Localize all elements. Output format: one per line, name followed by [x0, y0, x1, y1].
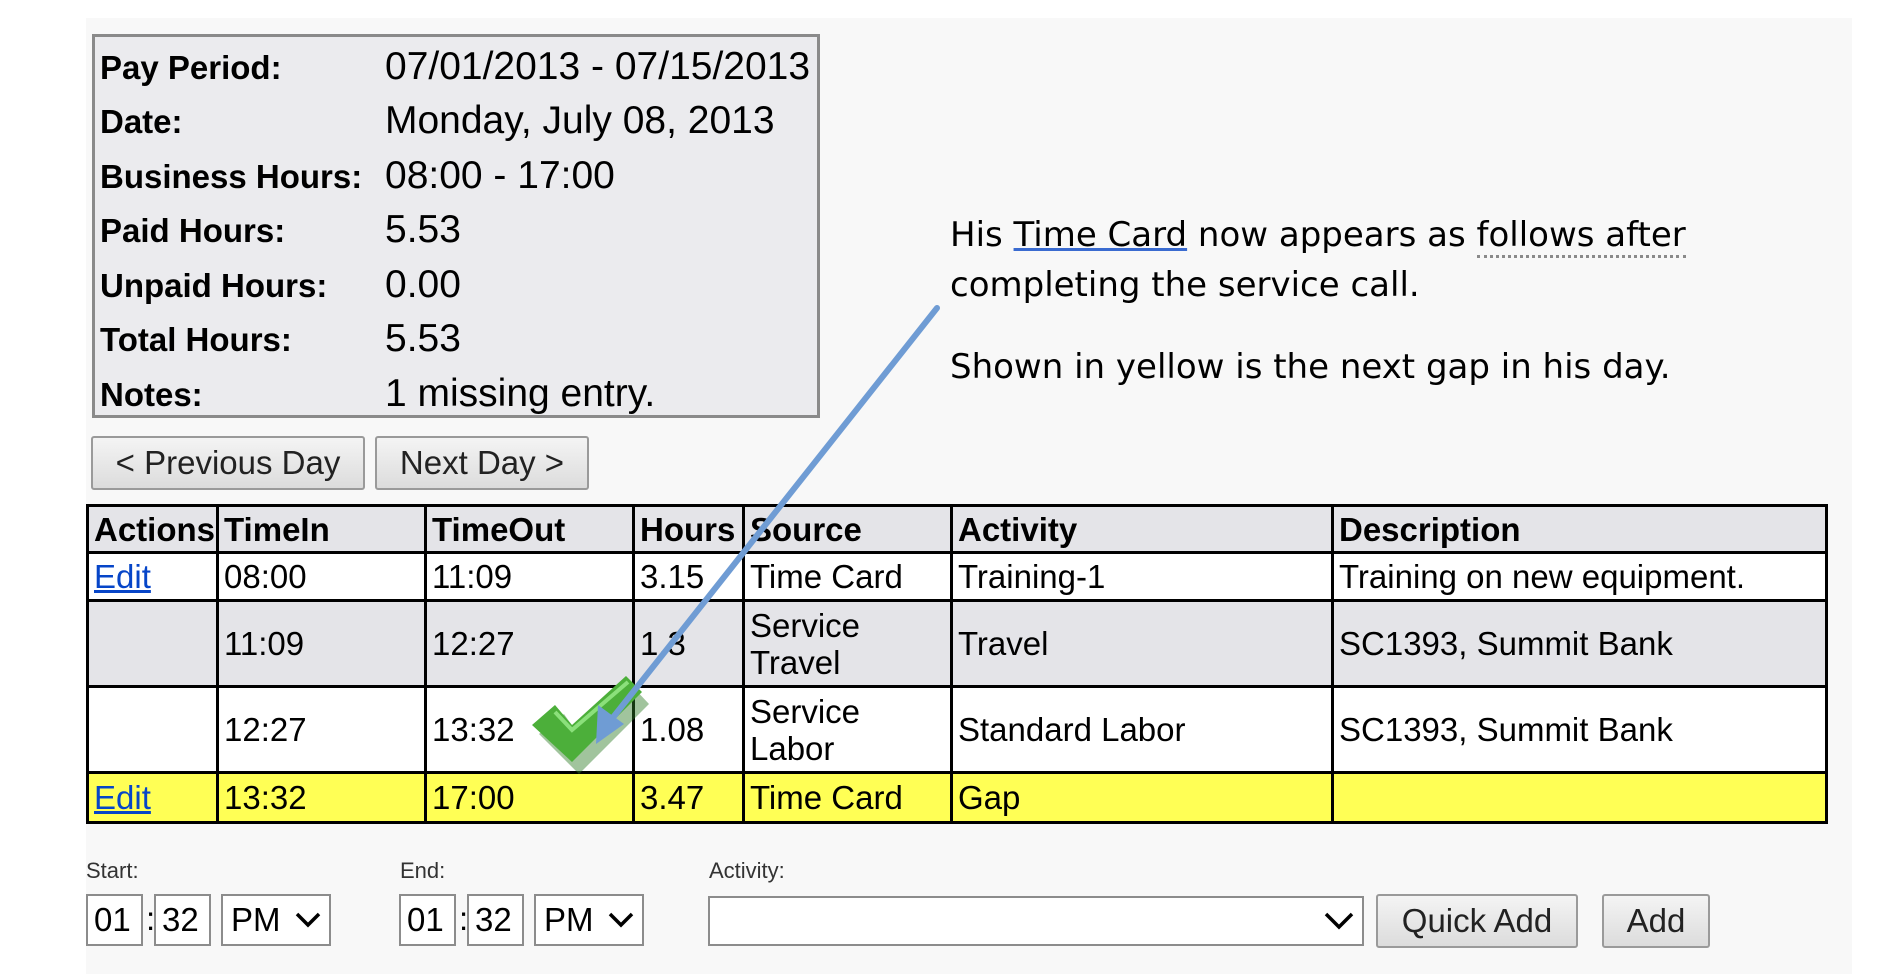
- activity-select[interactable]: [708, 896, 1364, 946]
- description-cell: SC1393, Summit Bank: [1331, 599, 1828, 688]
- summary-value: 07/01/2013 - 07/15/2013: [385, 45, 811, 88]
- hours-cell: 1.08: [632, 685, 745, 774]
- source-cell: Time Card: [742, 551, 953, 602]
- annotation-dotted-text: follows after: [1476, 215, 1686, 258]
- hours-cell: 3.15: [632, 551, 745, 602]
- time-card-table: Actions TimeIn TimeOut Hours Source Acti…: [86, 504, 1828, 824]
- source-text: Time Card: [750, 779, 903, 816]
- description-cell: Training on new equipment.: [1331, 551, 1828, 602]
- annotation-line-1: His Time Card now appears as follows aft…: [950, 210, 1750, 260]
- end-minute-input[interactable]: 32: [467, 894, 524, 946]
- summary-row-unpaid-hours: Unpaid Hours: 0.00: [95, 259, 817, 313]
- summary-label: Paid Hours:: [100, 212, 286, 249]
- end-ampm-select[interactable]: PM: [534, 894, 644, 946]
- table-row-gap: Edit 13:32 17:00 3.47 Time Card Gap: [86, 771, 1828, 824]
- previous-day-button[interactable]: < Previous Day: [91, 436, 365, 490]
- activity-cell: Gap: [950, 771, 1334, 824]
- column-header-hours: Hours: [632, 504, 745, 554]
- summary-row-paid-hours: Paid Hours: 5.53: [95, 204, 817, 258]
- summary-value: 5.53: [385, 317, 461, 360]
- time-in-cell: 11:09: [216, 599, 427, 688]
- summary-value: 08:00 - 17:00: [385, 154, 615, 197]
- source-cell: Service Travel: [742, 599, 953, 688]
- time-out-cell: 17:00: [424, 771, 635, 824]
- add-button[interactable]: Add: [1602, 894, 1710, 948]
- column-header-timein: TimeIn: [216, 504, 427, 554]
- source-text-line2: Travel: [750, 643, 841, 681]
- annotation-text: His: [950, 215, 1014, 255]
- start-ampm-select[interactable]: PM: [221, 894, 331, 946]
- annotation-callout: His Time Card now appears as follows aft…: [950, 210, 1750, 392]
- source-text-line1: Service: [750, 606, 861, 644]
- description-cell: SC1393, Summit Bank: [1331, 685, 1828, 774]
- edit-link[interactable]: Edit: [94, 558, 151, 595]
- table-row: Edit 08:00 11:09 3.15 Time Card Training…: [86, 551, 1828, 602]
- activity-cell: Standard Labor: [950, 685, 1334, 774]
- summary-row-total-hours: Total Hours: 5.53: [95, 313, 817, 367]
- start-label: Start:: [86, 858, 139, 883]
- column-header-activity: Activity: [950, 504, 1334, 554]
- pay-summary-box: Pay Period: 07/01/2013 - 07/15/2013 Date…: [92, 34, 820, 418]
- annotation-spacer: [950, 310, 1750, 342]
- activity-cell: Travel: [950, 599, 1334, 688]
- summary-value: 1 missing entry.: [385, 372, 656, 415]
- time-out-cell: 13:32: [424, 685, 635, 774]
- source-text: Time Card: [750, 558, 903, 595]
- source-cell: Service Labor: [742, 685, 953, 774]
- table-row: 12:27 13:32 1.08 Service Labor Standard …: [86, 685, 1828, 774]
- activity-label: Activity:: [709, 858, 785, 883]
- summary-label: Unpaid Hours:: [100, 267, 328, 304]
- summary-row-pay-period: Pay Period: 07/01/2013 - 07/15/2013: [95, 41, 817, 95]
- summary-value: 5.53: [385, 208, 461, 251]
- actions-cell: [86, 685, 219, 774]
- end-hour-input[interactable]: 01: [399, 894, 456, 946]
- summary-label: Date:: [100, 103, 183, 140]
- column-header-timeout: TimeOut: [424, 504, 635, 554]
- summary-label: Pay Period:: [100, 49, 282, 86]
- source-text-line2: Labor: [750, 729, 835, 767]
- hours-cell: 1.3: [632, 599, 745, 688]
- hours-cell: 3.47: [632, 771, 745, 824]
- annotation-line-2: completing the service call.: [950, 265, 1420, 305]
- table-header-row: Actions TimeIn TimeOut Hours Source Acti…: [86, 504, 1828, 554]
- actions-cell: Edit: [86, 551, 219, 602]
- actions-cell: [86, 599, 219, 688]
- start-minute-input[interactable]: 32: [154, 894, 211, 946]
- annotation-line-3: Shown in yellow is the next gap in his d…: [950, 347, 1671, 387]
- summary-label: Notes:: [100, 376, 203, 413]
- source-text-line1: Service: [750, 692, 861, 730]
- time-in-cell: 08:00: [216, 551, 427, 602]
- source-cell: Time Card: [742, 771, 953, 824]
- column-header-actions: Actions: [86, 504, 219, 554]
- column-header-description: Description: [1331, 504, 1828, 554]
- edit-link[interactable]: Edit: [94, 779, 151, 816]
- summary-label: Business Hours:: [100, 158, 363, 195]
- description-cell: [1331, 771, 1828, 824]
- summary-row-notes: Notes: 1 missing entry.: [95, 368, 817, 422]
- select-value: PM: [231, 901, 281, 938]
- time-out-cell: 12:27: [424, 599, 635, 688]
- actions-cell: Edit: [86, 771, 219, 824]
- quick-add-button[interactable]: Quick Add: [1376, 894, 1578, 948]
- start-hour-input[interactable]: 01: [86, 894, 143, 946]
- summary-value: 0.00: [385, 263, 461, 306]
- chevron-down-icon: [608, 912, 634, 928]
- annotation-text: now appears as: [1187, 215, 1477, 255]
- summary-label: Total Hours:: [100, 321, 292, 358]
- chevron-down-icon: [295, 912, 321, 928]
- time-out-cell: 11:09: [424, 551, 635, 602]
- summary-row-date: Date: Monday, July 08, 2013: [95, 95, 817, 149]
- summary-row-business-hours: Business Hours: 08:00 - 17:00: [95, 150, 817, 204]
- chevron-down-icon: [1324, 912, 1354, 930]
- select-value: PM: [544, 901, 594, 938]
- time-in-cell: 12:27: [216, 685, 427, 774]
- annotation-time-card: Time Card: [1013, 215, 1188, 255]
- end-label: End:: [400, 858, 446, 883]
- column-header-source: Source: [742, 504, 953, 554]
- next-day-button[interactable]: Next Day >: [375, 436, 589, 490]
- activity-cell: Training-1: [950, 551, 1334, 602]
- summary-value: Monday, July 08, 2013: [385, 99, 775, 142]
- time-in-cell: 13:32: [216, 771, 427, 824]
- table-row: 11:09 12:27 1.3 Service Travel Travel SC…: [86, 599, 1828, 688]
